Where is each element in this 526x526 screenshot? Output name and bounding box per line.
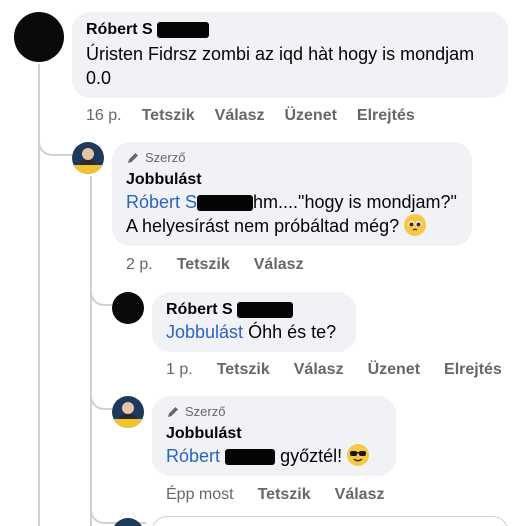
hide-button[interactable]: Elrejtés xyxy=(444,360,502,380)
comment-text: Úristen Fidrsz zombi az iqd hàt hogy is … xyxy=(86,44,475,88)
message-button[interactable]: Üzenet xyxy=(284,106,336,126)
author-badge: Szerző xyxy=(166,404,382,420)
comment-actions: 16 p. Tetszik Válasz Üzenet Elrejtés xyxy=(86,106,415,126)
mention-link[interactable]: Jobbulást xyxy=(166,322,243,342)
comment-author[interactable]: Jobbulást xyxy=(166,424,382,444)
avatar[interactable] xyxy=(72,142,104,174)
like-button[interactable]: Tetszik xyxy=(142,106,195,126)
thread-connector xyxy=(90,380,112,410)
reply-button[interactable]: Válasz xyxy=(294,360,344,380)
thread-line-reply xyxy=(90,176,92,526)
comment-author[interactable]: Róbert S xyxy=(166,300,342,320)
comment-time[interactable]: 2 p. xyxy=(126,255,153,275)
reply-button[interactable]: Válasz xyxy=(335,485,385,505)
hide-button[interactable]: Elrejtés xyxy=(357,106,415,126)
pencil-icon xyxy=(168,407,178,417)
comment-text: Róbert győztél! xyxy=(166,444,382,468)
thread-connector xyxy=(90,276,112,306)
pencil-icon xyxy=(128,153,138,163)
comment-bubble: Szerző Jobbulást Róbert Shm...."hogy is … xyxy=(112,142,472,246)
like-button[interactable]: Tetszik xyxy=(217,360,270,380)
reply-input[interactable] xyxy=(152,516,508,526)
message-button[interactable]: Üzenet xyxy=(368,360,420,380)
comment-author[interactable]: Róbert S xyxy=(86,20,494,40)
jobbik-logo-icon xyxy=(72,148,104,174)
avatar[interactable] xyxy=(14,12,64,62)
redaction xyxy=(237,301,294,318)
comment-actions: 1 p. Tetszik Válasz Üzenet Elrejtés xyxy=(166,360,502,380)
redaction xyxy=(157,21,210,38)
redaction xyxy=(225,449,276,466)
author-badge: Szerző xyxy=(126,150,458,166)
avatar[interactable] xyxy=(112,396,144,428)
reply-button[interactable]: Válasz xyxy=(215,106,265,126)
comment-text: Róbert Shm...."hogy is mondjam?" xyxy=(126,192,457,212)
comment-text: A helyesírást nem próbáltad még? xyxy=(126,214,458,238)
comment-actions: 2 p. Tetszik Válasz xyxy=(126,255,304,275)
mention-link[interactable]: Róbert S xyxy=(126,192,197,212)
comment-bubble: Róbert S Jobbulást Óhh és te? xyxy=(152,292,356,352)
comment-time[interactable]: 16 p. xyxy=(86,106,122,126)
comment-bubble: Róbert S Úristen Fidrsz zombi az iqd hàt… xyxy=(72,12,508,98)
comment-author[interactable]: Jobbulást xyxy=(126,170,458,190)
comment-bubble: Szerző Jobbulást Róbert győztél! xyxy=(152,396,396,476)
sunglasses-face-icon xyxy=(347,444,370,466)
redaction xyxy=(197,195,254,212)
comment-time[interactable]: Épp most xyxy=(166,485,234,505)
comment-actions: Épp most Tetszik Válasz xyxy=(166,485,384,505)
like-button[interactable]: Tetszik xyxy=(258,485,311,505)
reply-button[interactable]: Válasz xyxy=(254,255,304,275)
pleading-face-icon xyxy=(404,214,427,236)
jobbik-logo-icon xyxy=(112,402,144,428)
thread-connector xyxy=(38,128,72,156)
comment-time[interactable]: 1 p. xyxy=(166,360,193,380)
like-button[interactable]: Tetszik xyxy=(177,255,230,275)
badge-label: Szerző xyxy=(145,150,186,165)
avatar[interactable] xyxy=(112,292,144,324)
badge-label: Szerző xyxy=(185,404,226,419)
mention-link[interactable]: Róbert xyxy=(166,446,220,466)
comment-text: Jobbulást Óhh és te? xyxy=(166,322,337,342)
